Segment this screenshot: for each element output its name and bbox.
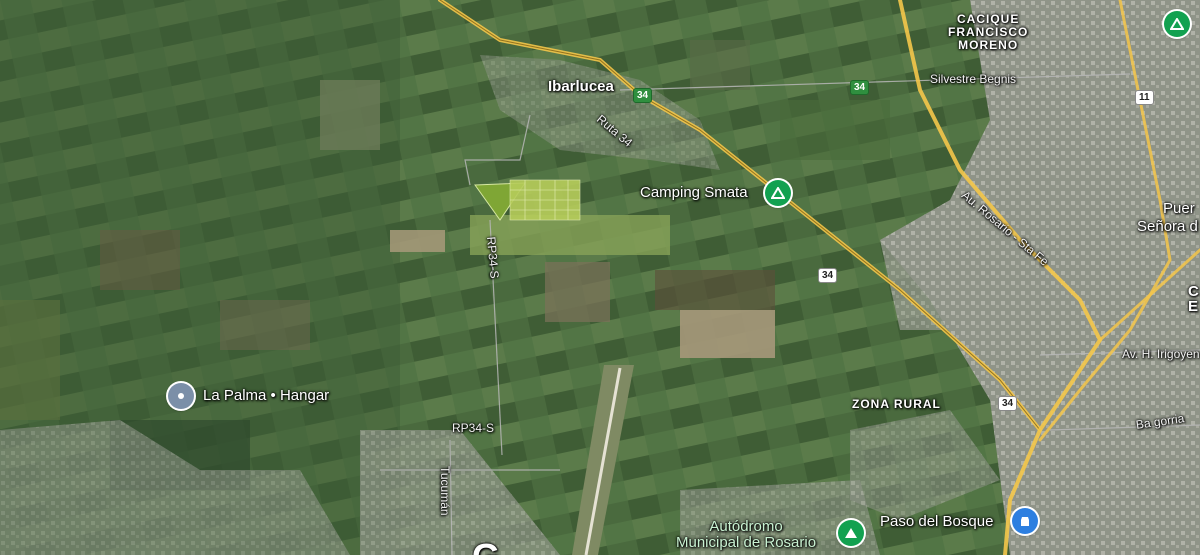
route-shield-34: 34 (818, 268, 838, 283)
route-shield-34: 34 (850, 80, 870, 95)
poi-label-autodromo-rosario[interactable]: Autódromo Municipal de Rosario (676, 519, 816, 551)
tent-icon[interactable] (765, 180, 791, 206)
city-label-partial[interactable]: G (472, 536, 500, 555)
street-label-rp34s-south: RP34-S (452, 421, 495, 435)
location-pin-icon[interactable] (168, 383, 194, 409)
area-label-puerto-partial[interactable]: Puer (1163, 200, 1195, 217)
poi-label-paso-del-bosque[interactable]: Paso del Bosque (880, 513, 993, 530)
area-label-e-partial[interactable]: E (1188, 298, 1198, 315)
poi-label-la-palma-hangar[interactable]: La Palma • Hangar (203, 387, 329, 404)
park-icon[interactable] (1164, 11, 1190, 37)
store-icon[interactable] (1012, 508, 1038, 534)
area-label-senora-partial[interactable]: Señora d (1137, 218, 1198, 235)
poi-label-camping-smata[interactable]: Camping Smata (640, 184, 748, 201)
route-shield-34: 34 (998, 396, 1018, 411)
satellite-map[interactable]: Ibarlucea CACIQUE FRANCISCO MORENO ZONA … (0, 0, 1200, 555)
route-shield-11: 11 (1135, 90, 1154, 105)
street-label-tucuman: Tucumán (438, 466, 452, 516)
street-label-av-irigoyen: Av. H. Irigoyen (1122, 347, 1200, 361)
street-label-silvestre-begnis: Silvestre Begnis (930, 72, 1017, 86)
town-label-ibarlucea[interactable]: Ibarlucea (548, 78, 614, 95)
route-shield-34: 34 (633, 88, 653, 103)
area-label-zona-rural[interactable]: ZONA RURAL (852, 398, 941, 411)
area-label-cacique-francisco-moreno[interactable]: CACIQUE FRANCISCO MORENO (948, 13, 1028, 52)
park-icon[interactable] (838, 520, 864, 546)
